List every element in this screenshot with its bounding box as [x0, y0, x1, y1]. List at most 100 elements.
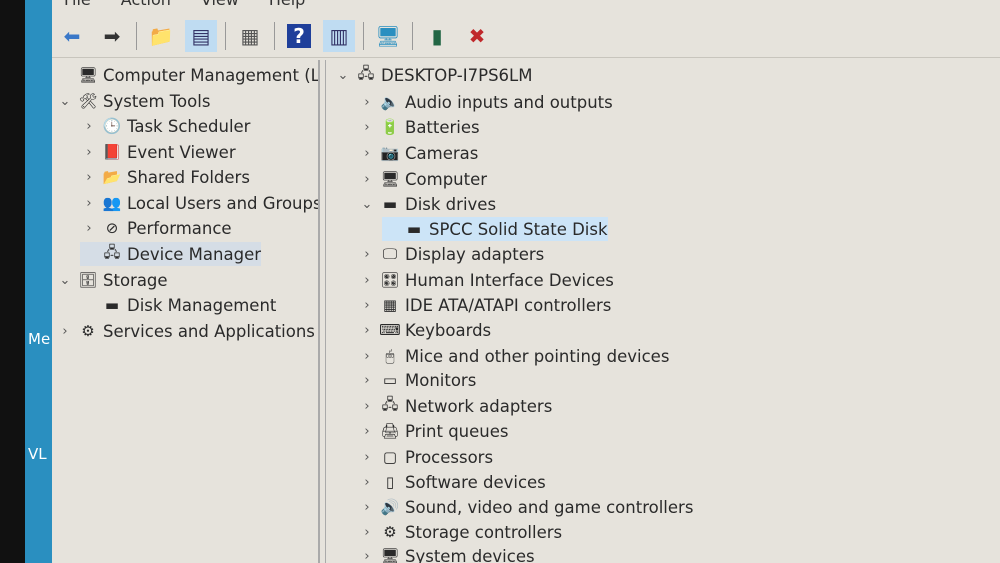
tree-item[interactable]: › 🖱 Mice and other pointing devices	[358, 344, 669, 368]
toolbar-separator	[225, 21, 226, 50]
show-action-pane-button[interactable]: ▥	[323, 19, 355, 52]
tree-item[interactable]: › 🖨 Print queues	[358, 419, 508, 443]
tree-item[interactable]: ▬ SPCC Solid State Disk	[382, 217, 608, 241]
tree-item-label: Disk drives	[405, 194, 497, 214]
help-icon: ?	[287, 23, 311, 48]
tree-item[interactable]: › ⊘ Performance	[80, 216, 232, 240]
software-devices-icon: ▯	[385, 473, 395, 491]
tree-item[interactable]: ⌄ ▬ Disk drives	[358, 192, 497, 216]
chevron-right-icon[interactable]: ›	[358, 298, 376, 313]
tree-item-label: Keyboards	[405, 320, 492, 340]
event-viewer-icon: 📕	[102, 143, 122, 161]
task-scheduler-icon: 🕒	[102, 117, 122, 135]
tree-item[interactable]: › 🖥 System devices	[358, 544, 535, 563]
tree-item[interactable]: ⌄ 🛠 System Tools	[56, 89, 211, 113]
tree-item[interactable]: ⌄ 🗄 Storage	[56, 268, 168, 292]
chevron-right-icon[interactable]: ›	[358, 172, 376, 187]
update-driver-button[interactable]: ▮	[421, 20, 453, 52]
tree-item-label: Performance	[127, 218, 232, 238]
chevron-right-icon[interactable]: ›	[358, 273, 376, 288]
desktop-icon-label: VL	[28, 445, 47, 463]
tree-item[interactable]: › ▭ Monitors	[358, 368, 476, 392]
tree-item[interactable]: › 📷 Cameras	[358, 141, 478, 165]
chevron-right-icon[interactable]: ›	[358, 120, 376, 135]
tree-item[interactable]: › 🖵 Display adapters	[358, 242, 544, 266]
tree-item[interactable]: › 🔋 Batteries	[358, 115, 480, 139]
back-icon: ⬅	[63, 23, 81, 48]
chevron-right-icon[interactable]: ›	[358, 525, 376, 540]
menu-action[interactable]: Action	[121, 0, 171, 12]
chevron-down-icon[interactable]: ⌄	[358, 197, 376, 212]
tree-item-label: Local Users and Groups	[127, 193, 320, 213]
tree-item-label: Display adapters	[405, 244, 545, 264]
chevron-right-icon[interactable]: ›	[80, 145, 98, 160]
properties-icon: ▦	[240, 23, 260, 48]
disk-management-icon: ▬	[104, 296, 120, 314]
chevron-right-icon[interactable]: ›	[358, 323, 376, 338]
keyboards-icon: ⌨	[379, 321, 401, 339]
uninstall-button[interactable]: ✖	[461, 20, 493, 52]
tree-item[interactable]: › 🖧 Network adapters	[358, 394, 552, 418]
tree-item-label: Sound, video and game controllers	[405, 497, 694, 517]
chevron-right-icon[interactable]: ›	[358, 95, 376, 110]
tree-item[interactable]: › ▢ Processors	[358, 445, 493, 469]
chevron-right-icon[interactable]: ›	[56, 324, 74, 339]
tree-item[interactable]: › 👥 Local Users and Groups	[80, 191, 320, 215]
tree-item-label: Services and Applications	[103, 321, 315, 341]
tree-item-label: Task Scheduler	[127, 116, 251, 136]
chevron-down-icon[interactable]: ⌄	[56, 94, 74, 109]
mice-and-other-pointing-devices-icon: 🖱	[385, 347, 395, 365]
scan-hardware-button[interactable]: 🖥	[372, 20, 404, 52]
chevron-down-icon[interactable]: ⌄	[56, 273, 74, 288]
tree-item-label: SPCC Solid State Disk	[429, 219, 608, 239]
menu-view[interactable]: View	[201, 0, 239, 12]
chevron-right-icon[interactable]: ›	[358, 349, 376, 364]
ide-ata-atapi-controllers-icon: ▦	[382, 296, 398, 314]
chevron-right-icon[interactable]: ›	[358, 247, 376, 262]
chevron-right-icon[interactable]: ›	[358, 450, 376, 465]
tree-item[interactable]: 🖧 Device Manager	[80, 242, 261, 266]
tree-item-label: System devices	[405, 546, 535, 563]
chevron-right-icon[interactable]: ›	[358, 146, 376, 161]
tree-item-label: Processors	[405, 447, 494, 467]
show-hide-console-tree-button[interactable]: ▤	[185, 19, 217, 52]
menu-help[interactable]: Help	[269, 0, 305, 12]
tree-item[interactable]: › 🕒 Task Scheduler	[80, 114, 250, 138]
tree-item[interactable]: ⌄ 🖧 DESKTOP-I7PS6LM	[334, 63, 533, 87]
tree-item-label: Monitors	[405, 370, 477, 390]
tree-item-label: Batteries	[405, 117, 480, 137]
tree-item[interactable]: › 📂 Shared Folders	[80, 165, 250, 189]
computer-management-window: File Action View Help ⬅ ➡ 📁 ▤ ▦? ▥ 🖥 ▮ ✖ 🖥 Computer …	[52, 0, 1000, 563]
chevron-right-icon[interactable]: ›	[358, 475, 376, 490]
tree-item[interactable]: › 📕 Event Viewer	[80, 140, 235, 164]
chevron-right-icon[interactable]: ›	[358, 424, 376, 439]
chevron-right-icon[interactable]: ›	[80, 196, 98, 211]
tree-item[interactable]: › ▯ Software devices	[358, 470, 545, 494]
tree-item[interactable]: › 🔈 Audio inputs and outputs	[358, 90, 612, 114]
properties-button[interactable]: ▦	[234, 20, 266, 52]
tree-item[interactable]: › 🖥 Computer	[358, 167, 487, 191]
chevron-right-icon[interactable]: ›	[80, 221, 98, 236]
chevron-right-icon[interactable]: ›	[80, 119, 98, 134]
chevron-down-icon[interactable]: ⌄	[334, 68, 352, 83]
chevron-right-icon[interactable]: ›	[80, 170, 98, 185]
tree-item[interactable]: › 🎛 Human Interface Devices	[358, 268, 614, 292]
back-button[interactable]: ⬅	[56, 20, 88, 52]
chevron-right-icon[interactable]: ›	[358, 549, 376, 563]
tree-item[interactable]: › ⌨ Keyboards	[358, 318, 491, 342]
tree-item[interactable]: 🖥 Computer Management (Local	[56, 63, 318, 87]
chevron-right-icon[interactable]: ›	[358, 373, 376, 388]
help-button[interactable]: ?	[283, 20, 315, 52]
tree-item[interactable]: ▬ Disk Management	[80, 293, 276, 317]
computer-icon: 🖥	[380, 170, 400, 188]
chevron-right-icon[interactable]: ›	[358, 500, 376, 515]
tree-item[interactable]: › ⚙ Storage controllers	[358, 520, 562, 544]
up-folder-button[interactable]: 📁	[145, 20, 177, 52]
tree-item[interactable]: › ⚙ Services and Applications	[56, 319, 315, 343]
tree-item[interactable]: › 🔊 Sound, video and game controllers	[358, 495, 693, 519]
forward-button[interactable]: ➡	[96, 20, 128, 52]
menu-file[interactable]: File	[64, 0, 91, 12]
processors-icon: ▢	[382, 448, 398, 466]
tree-item[interactable]: › ▦ IDE ATA/ATAPI controllers	[358, 293, 611, 317]
chevron-right-icon[interactable]: ›	[358, 399, 376, 414]
